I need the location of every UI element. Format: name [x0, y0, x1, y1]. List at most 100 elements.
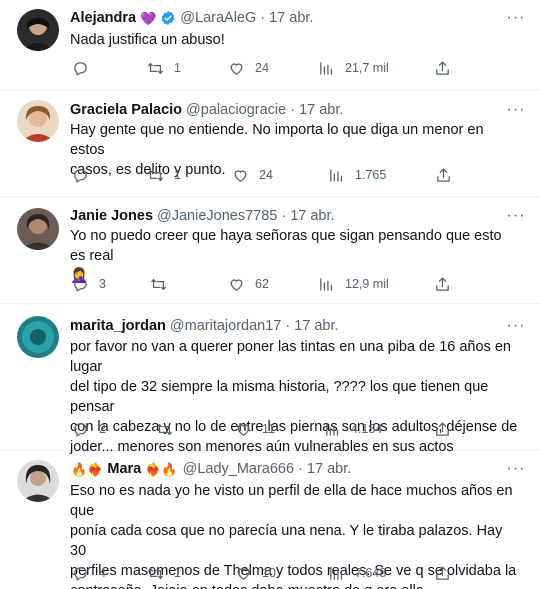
avatar[interactable] — [17, 316, 59, 358]
separator-dot: · — [285, 318, 291, 334]
tweet-item[interactable]: marita_jordan @maritajordan17 · 17 abr. … — [0, 304, 540, 455]
retweet-icon — [150, 276, 167, 293]
share-icon — [434, 421, 451, 438]
reply-count: 2 — [99, 422, 106, 436]
author-handle[interactable]: @LaraAleG — [180, 10, 256, 26]
share-icon — [435, 167, 452, 184]
tweet-actions: 3 62 12,9 mil — [62, 273, 462, 295]
reply-button[interactable]: 4 — [72, 562, 106, 584]
share-button[interactable] — [435, 164, 452, 186]
author-name[interactable]: Mara — [107, 461, 141, 477]
more-icon[interactable]: ··· — [506, 100, 526, 120]
tweet-item[interactable]: Janie Jones @JanieJones7785 · 17 abr. ··… — [0, 197, 540, 304]
author-name[interactable]: Alejandra — [70, 10, 136, 26]
author-name[interactable]: Graciela Palacio — [70, 102, 182, 118]
share-button[interactable] — [434, 562, 451, 584]
share-icon — [434, 60, 451, 77]
verified-badge-icon — [160, 10, 176, 26]
like-count: 24 — [255, 61, 269, 75]
retweet-button[interactable]: 1 — [147, 164, 181, 186]
separator-dot: · — [298, 461, 303, 477]
share-button[interactable] — [434, 57, 451, 79]
heart-icon — [228, 60, 245, 77]
name-suffix-emoji: ❤️‍🔥🔥 — [145, 461, 178, 477]
retweet-icon — [147, 60, 164, 77]
avatar[interactable] — [17, 9, 59, 51]
author-handle[interactable]: @JanieJones7785 — [157, 208, 277, 224]
reply-button[interactable]: 2 — [72, 418, 106, 440]
retweet-count: 1 — [174, 566, 181, 580]
retweet-count: 1 — [174, 61, 181, 75]
tweet-date[interactable]: 17 abr. — [294, 318, 338, 334]
retweet-count: 1 — [174, 168, 181, 182]
separator-dot: · — [281, 208, 287, 224]
tweet-item[interactable]: 🔥❤️‍🔥 Mara ❤️‍🔥🔥 @Lady_Mara666 · 17 abr.… — [0, 451, 540, 589]
author-name[interactable]: marita_jordan — [70, 318, 166, 334]
tweet-item[interactable]: Graciela Palacio @palaciogracie · 17 abr… — [0, 91, 540, 197]
views-button[interactable]: 7.648 — [328, 562, 386, 584]
share-button[interactable] — [434, 418, 451, 440]
views-count: 12,9 mil — [345, 277, 389, 291]
tweet-actions: 4 1 10 7.648 — [62, 562, 462, 584]
like-button[interactable]: 10 — [235, 562, 276, 584]
like-count: 24 — [259, 168, 273, 182]
views-icon — [328, 167, 345, 184]
reply-icon — [72, 421, 89, 438]
author-handle[interactable]: @maritajordan17 — [170, 318, 281, 334]
retweet-button[interactable] — [150, 273, 177, 295]
views-count: 21,7 mil — [345, 61, 389, 75]
retweet-icon — [147, 167, 164, 184]
tweet-item[interactable]: Alejandra 💜 @LaraAleG · 17 abr. ··· Nada… — [0, 0, 540, 91]
more-icon[interactable]: ··· — [506, 316, 526, 336]
views-icon — [324, 421, 341, 438]
avatar[interactable] — [17, 100, 59, 142]
name-emoji: 💜 — [140, 10, 157, 26]
reply-button[interactable] — [72, 164, 99, 186]
author-name[interactable]: Janie Jones — [70, 208, 153, 224]
share-button[interactable] — [434, 273, 451, 295]
like-button[interactable]: 24 — [232, 164, 273, 186]
share-icon — [434, 565, 451, 582]
tweet-date[interactable]: 17 abr. — [299, 102, 343, 118]
views-button[interactable]: 1.765 — [328, 164, 386, 186]
reply-button[interactable]: 3 — [72, 273, 106, 295]
like-button[interactable]: 11 — [235, 418, 275, 440]
tweet-date[interactable]: 17 abr. — [290, 208, 334, 224]
retweet-button[interactable] — [156, 418, 183, 440]
retweet-button[interactable]: 1 — [147, 562, 181, 584]
avatar[interactable] — [17, 460, 59, 502]
tweet-date[interactable]: 17 abr. — [307, 461, 351, 477]
more-icon[interactable]: ··· — [506, 8, 526, 28]
heart-icon — [235, 421, 252, 438]
tweet-date[interactable]: 17 abr. — [269, 10, 313, 26]
heart-icon — [228, 276, 245, 293]
reply-icon — [72, 276, 89, 293]
name-prefix-emoji: 🔥❤️‍🔥 — [71, 461, 104, 477]
more-icon[interactable]: ··· — [506, 206, 526, 226]
views-count: 1.765 — [355, 168, 387, 182]
tweet-actions: 1 24 1.765 — [62, 164, 462, 186]
retweet-icon — [147, 565, 164, 582]
author-handle[interactable]: @Lady_Mara666 — [183, 461, 294, 477]
views-button[interactable]: 12,9 mil — [318, 273, 389, 295]
views-count: 7.648 — [355, 566, 387, 580]
reply-icon — [72, 167, 89, 184]
views-icon — [318, 60, 335, 77]
avatar[interactable] — [17, 208, 59, 250]
like-count: 10 — [262, 566, 276, 580]
separator-dot: · — [290, 102, 296, 118]
separator-dot: · — [260, 10, 266, 26]
views-button[interactable]: 21,7 mil — [318, 57, 389, 79]
like-button[interactable]: 24 — [228, 57, 269, 79]
more-icon[interactable]: ··· — [506, 459, 526, 479]
like-count: 62 — [255, 277, 269, 291]
author-handle[interactable]: @palaciogracie — [186, 102, 286, 118]
views-icon — [328, 565, 345, 582]
tweet-text: Nada justifica un abuso! — [70, 32, 225, 48]
heart-icon — [235, 565, 252, 582]
retweet-button[interactable]: 1 — [147, 57, 181, 79]
like-button[interactable]: 62 — [228, 273, 269, 295]
like-count: 11 — [262, 422, 275, 436]
views-button[interactable]: 4.184 — [324, 418, 382, 440]
reply-button[interactable] — [72, 57, 99, 79]
